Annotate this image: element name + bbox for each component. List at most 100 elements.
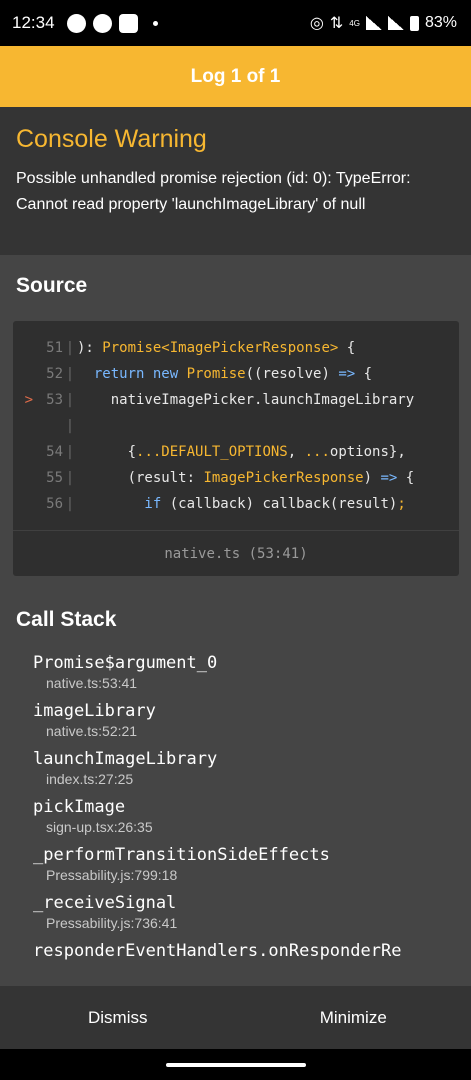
minimize-button[interactable]: Minimize: [236, 986, 471, 1049]
status-time: 12:34: [12, 13, 55, 32]
code-token: {: [397, 470, 415, 486]
stack-frame-name: launchImageLibrary: [33, 749, 218, 769]
stack-frame-name: Promise$argument_0: [33, 653, 218, 673]
data-arrows-icon: ⇅: [329, 15, 344, 32]
code-text: nativeImagePicker.launchImageLibrary: [77, 392, 414, 408]
hotspot-icon: ◎: [309, 15, 324, 32]
code-lines: 51 |): Promise<ImagePickerResponse> {52 | …: [13, 321, 459, 517]
stack-frame[interactable]: _performTransitionSideEffects Pressabilit…: [0, 844, 471, 884]
code-token: {: [355, 366, 373, 382]
stack-frame-name: imageLibrary: [33, 701, 156, 721]
code-token: {: [338, 340, 356, 356]
log-counter: Log 1 of 1: [190, 65, 281, 87]
code-line: >53 | nativeImagePicker.launchImageLibrar…: [13, 387, 459, 413]
stack-frame-name: _performTransitionSideEffects: [33, 845, 330, 865]
code-text: ): Promise<ImagePickerResponse> {: [77, 340, 355, 356]
source-code-box[interactable]: 51 |): Promise<ImagePickerResponse> {52 | …: [13, 321, 459, 576]
warning-panel: Console Warning Possible unhandled promi…: [0, 107, 471, 255]
code-token: ,: [287, 444, 305, 460]
code-token: ((resolve): [245, 366, 339, 382]
code-token: Promise: [186, 366, 246, 382]
signal-icon: [387, 16, 404, 30]
stack-frame-location: Pressability.js:736:41: [46, 915, 178, 931]
stack-frame[interactable]: _receiveSignal Pressability.js:736:41: [0, 892, 471, 932]
dismiss-button[interactable]: Dismiss: [0, 986, 236, 1049]
warning-message: Possible unhandled promise rejection (id…: [16, 170, 411, 213]
code-token: ImagePickerResponse: [203, 470, 364, 486]
status-left-icons: [66, 13, 158, 33]
app-icon: [118, 13, 138, 33]
gutter-separator: |: [65, 444, 75, 460]
code-token: {: [77, 444, 137, 460]
stack-frame[interactable]: launchImageLibrary index.ts:27:25: [0, 748, 471, 788]
current-line-marker: >: [24, 392, 33, 408]
stack-frame-name: _receiveSignal: [33, 893, 177, 913]
code-token: if: [77, 496, 162, 512]
line-number: 51: [46, 340, 63, 356]
status-bar: 12:34 ◎ ⇅ 4G 83%: [0, 0, 471, 46]
gutter-separator: |: [65, 418, 75, 434]
code-line: 55 | (result: ImagePickerResponse) => {: [13, 465, 459, 491]
notification-dot: [152, 20, 158, 26]
line-number: 56: [46, 496, 63, 512]
stack-frame-location: index.ts:27:25: [46, 771, 134, 787]
battery-percent: 83%: [424, 14, 457, 31]
gutter-separator: |: [65, 340, 75, 356]
code-token: ...: [304, 444, 330, 460]
message-icon: [92, 13, 112, 33]
source-title: Source: [16, 274, 88, 297]
stack-frame-name: pickImage: [33, 797, 126, 817]
stack-frame-location: native.ts:53:41: [46, 675, 138, 691]
line-number: 52: [46, 366, 63, 382]
source-file-location[interactable]: native.ts (53:41): [13, 530, 459, 576]
stack-frame[interactable]: imageLibrary native.ts:52:21: [0, 700, 471, 740]
gutter-separator: |: [65, 470, 75, 486]
code-token: ):: [77, 340, 103, 356]
footer-bar: Dismiss Minimize: [0, 986, 471, 1049]
gutter-separator: |: [65, 496, 75, 512]
code-text: return new Promise((resolve) => {: [77, 366, 372, 382]
stack-frame-location: native.ts:52:21: [46, 723, 138, 739]
code-token: Promise<ImagePickerResponse>: [102, 340, 339, 356]
stack-frame[interactable]: Promise$argument_0 native.ts:53:41: [0, 652, 471, 692]
stack-frame[interactable]: responderEventHandlers.onResponderRe: [0, 940, 471, 962]
network-type: 4G: [349, 18, 360, 28]
code-text: {...DEFAULT_OPTIONS, ...options},: [77, 444, 406, 460]
code-token: options},: [329, 444, 406, 460]
line-number: 53: [46, 392, 63, 408]
stack-frame[interactable]: pickImage sign-up.tsx:26:35: [0, 796, 471, 836]
code-line: 52 | return new Promise((resolve) => {: [13, 361, 459, 387]
code-line: 51 |): Promise<ImagePickerResponse> {: [13, 335, 459, 361]
code-token: (callback) callback(result): [161, 496, 398, 512]
stack-frame-location: sign-up.tsx:26:35: [46, 819, 153, 835]
gutter-separator: |: [65, 366, 75, 382]
code-token: =>: [380, 470, 398, 486]
log-header: Log 1 of 1: [0, 46, 471, 107]
code-line: 54 | {...DEFAULT_OPTIONS, ...options},: [13, 439, 459, 465]
stack-frame-location: Pressability.js:799:18: [46, 867, 178, 883]
code-token: ): [363, 470, 381, 486]
code-line: |: [13, 413, 459, 439]
whatsapp-icon: [66, 13, 86, 33]
code-text: if (callback) callback(result);: [77, 496, 406, 512]
home-indicator[interactable]: [165, 1062, 306, 1067]
code-token: ;: [397, 496, 406, 512]
code-line: 56 | if (callback) callback(result);: [13, 491, 459, 517]
status-right-icons: ◎ ⇅ 4G 83%: [310, 13, 457, 33]
stack-frame-name: responderEventHandlers.onResponderRe: [33, 941, 402, 961]
code-token: return new: [77, 366, 187, 382]
code-token: (result:: [77, 470, 204, 486]
code-text: (result: ImagePickerResponse) => {: [77, 470, 415, 486]
code-token: nativeImagePicker.launchImageLibrary: [77, 392, 415, 408]
navigation-bar: [0, 1049, 471, 1080]
warning-title: Console Warning: [16, 125, 207, 153]
code-token: ...DEFAULT_OPTIONS: [136, 444, 288, 460]
line-number: 54: [46, 444, 63, 460]
call-stack-list[interactable]: Promise$argument_0 native.ts:53:41 imageLi…: [0, 652, 471, 986]
battery-icon: [409, 15, 419, 31]
call-stack-title: Call Stack: [16, 608, 117, 631]
line-number: 55: [46, 470, 63, 486]
code-token: =>: [338, 366, 356, 382]
gutter-separator: |: [65, 392, 75, 408]
signal-icon: [365, 16, 382, 30]
